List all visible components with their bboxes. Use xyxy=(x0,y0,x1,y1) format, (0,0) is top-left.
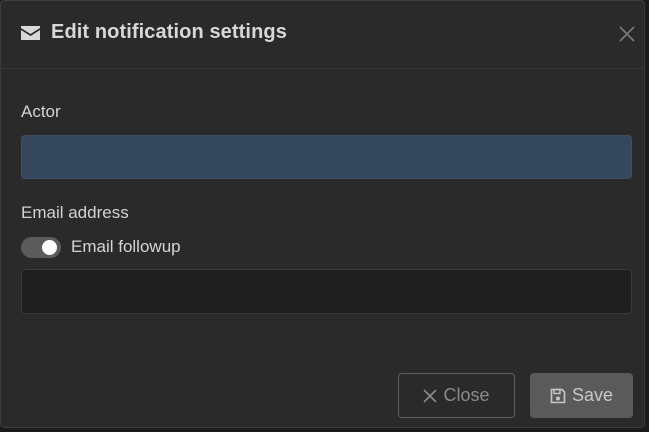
dialog-header: Edit notification settings xyxy=(1,1,644,69)
save-button-label: Save xyxy=(571,385,614,405)
close-button[interactable]: Close xyxy=(398,373,515,418)
notification-settings-dialog: Edit notification settings Actor Email a… xyxy=(0,0,645,428)
close-button-label: Close xyxy=(443,385,490,405)
close-icon[interactable] xyxy=(618,25,636,43)
save-button[interactable]: Save xyxy=(530,373,633,418)
times-icon xyxy=(423,388,438,403)
floppy-disk-icon xyxy=(550,388,566,404)
email-address-label: Email address xyxy=(21,203,129,222)
toggle-knob xyxy=(42,240,57,255)
email-followup-label: Email followup xyxy=(71,237,181,256)
envelope-icon xyxy=(21,26,40,40)
actor-input[interactable] xyxy=(21,135,632,179)
email-address-input[interactable] xyxy=(21,269,632,314)
email-followup-toggle[interactable] xyxy=(21,237,61,258)
dialog-title: Edit notification settings xyxy=(51,21,287,43)
actor-label: Actor xyxy=(21,102,61,121)
